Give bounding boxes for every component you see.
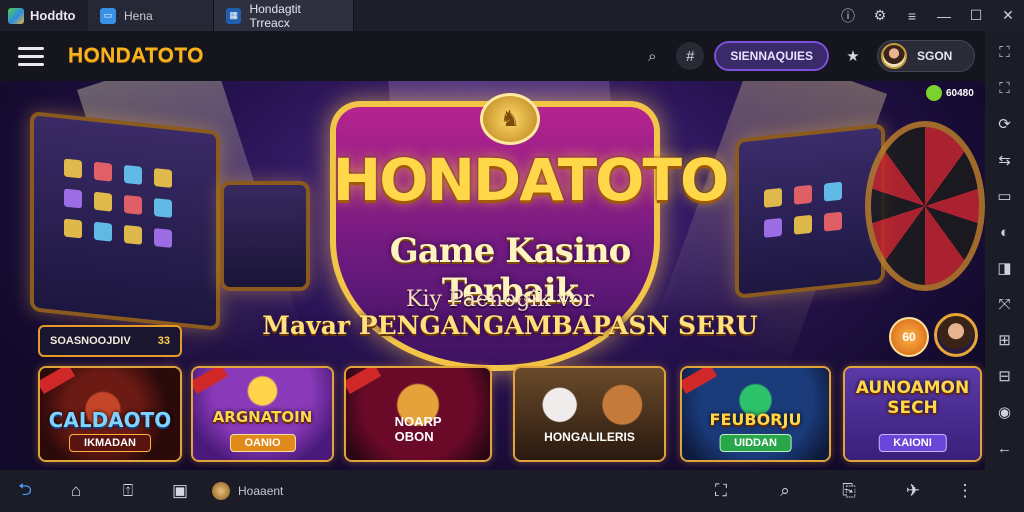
avatar xyxy=(881,43,907,69)
window-controls: ⓘ ⚙ ≡ — ☐ ✕ xyxy=(832,0,1024,31)
game-card[interactable]: HONGALILERIS xyxy=(513,366,666,462)
search-icon[interactable]: ⌕ xyxy=(638,42,666,70)
tab-home-label: Hena xyxy=(124,8,153,23)
running-app-icon xyxy=(212,482,230,500)
hero-banner[interactable]: ♞ HONDATOTO Game Kasino Terbaik Kiy Paen… xyxy=(0,81,985,470)
running-app-item[interactable]: Hoaaent xyxy=(212,482,283,500)
brand-logo[interactable]: HONDATOTO xyxy=(68,44,204,68)
home-tab-icon: ▭ xyxy=(100,7,116,24)
emulator-sidebar: ⛶ ⛶ ⟳ ⇆ ▭ ◐ ◨ ⤧ ⊞ ⊟ ◉ ← xyxy=(985,31,1024,512)
share-icon[interactable]: ⎘ xyxy=(817,481,881,501)
keymap-icon[interactable]: ⍐ xyxy=(102,481,154,501)
game-card[interactable]: CALDAOTO IKMADAN xyxy=(38,366,182,462)
game-card-button[interactable]: OANIO xyxy=(229,434,296,452)
help-icon[interactable]: ⓘ xyxy=(832,6,864,26)
emulator-logo[interactable]: Hoddto xyxy=(0,7,88,24)
close-icon[interactable]: ✕ xyxy=(992,7,1024,24)
slot-machine-illustration xyxy=(30,111,220,331)
game-card-button[interactable]: KAIONI xyxy=(878,434,947,452)
balance-value: 33 xyxy=(157,335,170,347)
game-card-button[interactable]: UIDDAN xyxy=(719,434,792,452)
settings-icon[interactable]: ⚙ xyxy=(864,7,896,24)
more-icon[interactable]: ⋮ xyxy=(945,481,985,501)
profile-avatar[interactable] xyxy=(934,313,978,357)
gallery-icon[interactable]: ⛶ xyxy=(689,481,753,501)
screenshot-icon[interactable]: ⊟ xyxy=(998,367,1011,387)
home-icon[interactable]: ⌂ xyxy=(50,481,102,501)
emulator-name: Hoddto xyxy=(30,8,76,23)
tab-game-label: Hondagtit Trreacx xyxy=(249,1,301,30)
corner-badge: 60480 xyxy=(926,85,974,101)
volume-icon[interactable]: ⛶ xyxy=(999,79,1010,99)
minimize-icon[interactable]: — xyxy=(928,8,960,24)
game-card-title: AUNOAMON SECH xyxy=(855,378,970,418)
running-app-label: Hoaaent xyxy=(238,484,284,498)
game-tab-icon: ▦ xyxy=(226,7,242,24)
resize-icon[interactable]: ⤧ xyxy=(998,295,1010,315)
fullscreen-icon[interactable]: ⛶ xyxy=(999,43,1010,63)
macro-icon[interactable]: ◨ xyxy=(997,259,1011,279)
app-header: HONDATOTO ⌕ # SIENNAQUIES ★ SGON xyxy=(0,31,985,81)
banner-tagline-1: Kiy Paenogik vor xyxy=(406,287,594,312)
slot-machine-illustration xyxy=(220,181,310,291)
recent-apps-icon[interactable]: ▣ xyxy=(154,481,206,501)
user-button-label: SGON xyxy=(917,49,953,63)
game-card-button[interactable]: IKMADAN xyxy=(69,434,151,452)
game-card[interactable]: NOARP OBON xyxy=(344,366,492,462)
hamburger-menu-icon[interactable] xyxy=(18,46,44,66)
balance-label: SOASNOOJDIV xyxy=(50,335,131,347)
magnify-icon[interactable]: ⌕ xyxy=(753,481,817,501)
title-bar: Hoddto ▭ Hena ▦ Hondagtit Trreacx ⓘ ⚙ ≡ … xyxy=(0,0,1024,31)
game-card[interactable]: ARGNATOIN OANIO xyxy=(191,366,334,462)
bottom-toolbar: ⮌ ⌂ ⍐ ▣ Hoaaent ⛶ ⌕ ⎘ ✈ ⋮ xyxy=(0,470,985,512)
user-login-button[interactable]: SGON xyxy=(877,40,975,72)
game-card-title: FEUBORJU xyxy=(709,410,802,429)
balance-bar[interactable]: SOASNOOJDIV 33 xyxy=(38,325,182,357)
tab-game[interactable]: ▦ Hondagtit Trreacx xyxy=(214,0,354,31)
slot-machine-illustration xyxy=(735,123,885,299)
crest-icon: ♞ xyxy=(480,93,540,145)
back-arrow-icon[interactable]: ← xyxy=(997,439,1012,459)
banner-title: HONDATOTO xyxy=(332,146,730,214)
emulator-window: Hoddto ▭ Hena ▦ Hondagtit Trreacx ⓘ ⚙ ≡ … xyxy=(0,0,1024,512)
cube-logo-icon xyxy=(8,7,24,24)
banner-tagline-2: Mavar PENGANGAMBAPASN SERU xyxy=(262,311,758,340)
notification-badge[interactable]: 60 xyxy=(889,317,929,357)
airplane-icon[interactable]: ✈ xyxy=(881,481,945,501)
game-card-button[interactable]: HONGALILERIS xyxy=(530,428,649,446)
tab-home[interactable]: ▭ Hena xyxy=(88,0,214,31)
game-card-title: ARGNATOIN xyxy=(212,408,313,426)
apk-icon[interactable]: ⊞ xyxy=(998,331,1011,351)
promo-button[interactable]: SIENNAQUIES xyxy=(714,41,829,71)
screen-icon[interactable]: ▭ xyxy=(997,187,1011,207)
game-card[interactable]: AUNOAMON SECH KAIONI xyxy=(843,366,982,462)
back-icon[interactable]: ⮌ xyxy=(0,477,50,506)
rotate-icon[interactable]: ⟳ xyxy=(998,115,1011,135)
dogs-art xyxy=(515,368,664,460)
corner-badge-value: 60480 xyxy=(946,87,974,99)
grid-icon[interactable]: # xyxy=(676,42,705,70)
coin-icon xyxy=(926,85,942,101)
star-icon[interactable]: ★ xyxy=(839,42,867,70)
game-card[interactable]: FEUBORJU UIDDAN xyxy=(680,366,831,462)
sync-icon[interactable]: ⇆ xyxy=(998,151,1011,171)
maximize-icon[interactable]: ☐ xyxy=(960,7,992,24)
shake-icon[interactable]: ◐ xyxy=(1000,223,1009,243)
game-card-button[interactable]: NOARP OBON xyxy=(381,412,456,446)
header-actions: ⌕ # SIENNAQUIES ★ SGON xyxy=(638,40,985,72)
game-card-title: CALDAOTO xyxy=(48,408,172,432)
location-icon[interactable]: ◉ xyxy=(998,403,1011,423)
bottom-tools: ⛶ ⌕ ⎘ ✈ ⋮ xyxy=(689,481,985,501)
roulette-wheel-illustration xyxy=(865,121,985,291)
menu-icon[interactable]: ≡ xyxy=(896,8,928,24)
